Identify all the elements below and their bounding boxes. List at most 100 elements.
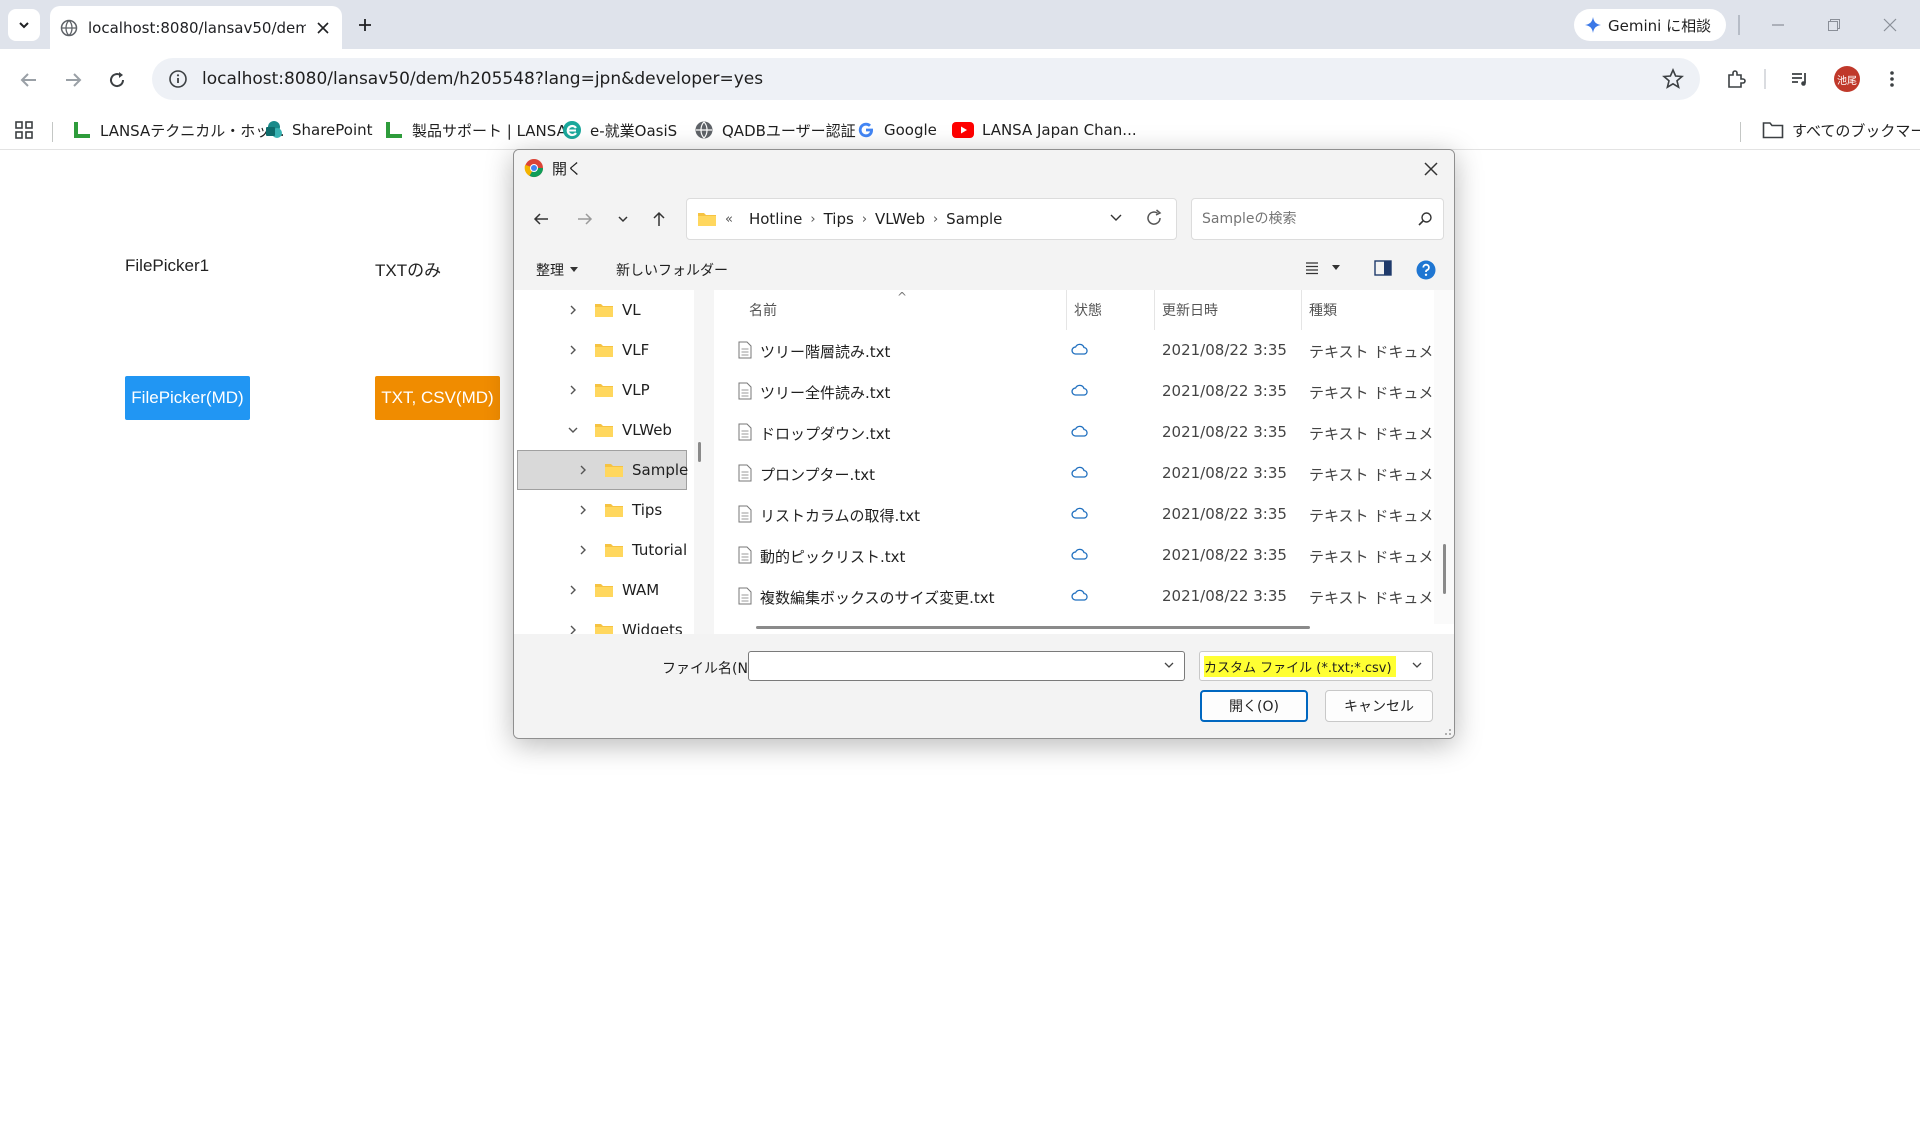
expand-toggle[interactable] xyxy=(564,584,582,596)
file-name[interactable]: ツリー階層読み.txt xyxy=(760,341,890,362)
horizontal-scroll-thumb[interactable] xyxy=(756,626,1310,629)
tab-search-button[interactable] xyxy=(8,9,40,41)
address-bar[interactable]: localhost:8080/lansav50/dem/h205548?lang… xyxy=(152,58,1700,100)
chrome-menu-button[interactable] xyxy=(1878,65,1906,93)
file-row[interactable]: 動的ピックリスト.txt 2021/08/22 3:35 テキスト ドキュメント xyxy=(714,535,1434,576)
organize-button[interactable]: 整理 xyxy=(536,260,578,280)
chevron-down-icon[interactable] xyxy=(1108,209,1124,225)
new-folder-button[interactable]: 新しいフォルダー xyxy=(616,260,728,280)
file-row[interactable]: ツリー階層読み.txt 2021/08/22 3:35 テキスト ドキュメント xyxy=(714,330,1434,371)
bookmark-item-youtube[interactable]: LANSA Japan Chan... xyxy=(952,110,1137,150)
bookmark-item-lansa-technical[interactable]: LANSAテクニカル・ホッ... xyxy=(72,110,285,150)
dialog-close-button[interactable] xyxy=(1420,158,1442,180)
column-divider[interactable] xyxy=(1154,290,1155,330)
file-row[interactable]: ドロップダウン.txt 2021/08/22 3:35 テキスト ドキュメント xyxy=(714,412,1434,453)
expand-toggle[interactable] xyxy=(564,424,582,436)
file-name[interactable]: プロンプター.txt xyxy=(760,464,875,485)
chevron-down-icon[interactable] xyxy=(1410,658,1424,672)
file-row[interactable]: リストカラムの取得.txt 2021/08/22 3:35 テキスト ドキュメント xyxy=(714,494,1434,535)
profile-avatar[interactable]: 池尾 xyxy=(1834,66,1860,92)
tree-item-vl[interactable]: VL xyxy=(564,290,641,330)
column-divider[interactable] xyxy=(1301,290,1302,330)
column-header-type[interactable]: 種類 xyxy=(1309,290,1337,330)
bookmark-item-google[interactable]: Google xyxy=(856,110,937,150)
close-icon[interactable] xyxy=(314,19,332,37)
apps-button[interactable] xyxy=(14,110,34,150)
cancel-button[interactable]: キャンセル xyxy=(1325,690,1433,722)
url-text[interactable]: localhost:8080/lansav50/dem/h205548?lang… xyxy=(202,69,1662,89)
breadcrumb-item-hotline[interactable]: Hotline xyxy=(749,210,802,228)
window-close-button[interactable] xyxy=(1876,12,1904,38)
media-control-button[interactable] xyxy=(1786,65,1814,93)
folder-search-input[interactable] xyxy=(1202,211,1417,227)
tree-item-vlweb[interactable]: VLWeb xyxy=(564,410,672,450)
recent-locations-button[interactable] xyxy=(610,206,636,232)
resize-grip-icon[interactable] xyxy=(1442,726,1452,736)
minimize-button[interactable] xyxy=(1764,12,1792,38)
chevron-right-icon[interactable]: › xyxy=(810,212,815,227)
breadcrumb-item-vlweb[interactable]: VLWeb xyxy=(875,210,925,228)
back-button[interactable] xyxy=(14,65,44,95)
chevron-right-icon[interactable]: › xyxy=(862,212,867,227)
new-tab-button[interactable] xyxy=(352,12,378,38)
dialog-back-button[interactable] xyxy=(528,206,554,232)
file-name[interactable]: 動的ピックリスト.txt xyxy=(760,546,905,567)
refresh-icon[interactable] xyxy=(1144,208,1164,228)
bookmark-item-qadb[interactable]: QADBユーザー認証 xyxy=(694,110,856,150)
expand-toggle[interactable] xyxy=(564,624,582,634)
bookmark-star-icon[interactable] xyxy=(1662,68,1684,90)
file-row[interactable]: プロンプター.txt 2021/08/22 3:35 テキスト ドキュメント xyxy=(714,453,1434,494)
tree-item-vlf[interactable]: VLF xyxy=(564,330,649,370)
expand-toggle[interactable] xyxy=(564,344,582,356)
column-header-name[interactable]: 名前 xyxy=(749,290,777,330)
up-folder-button[interactable] xyxy=(646,206,672,232)
bookmark-item-oasis[interactable]: e-就業OasiS xyxy=(562,110,677,150)
bookmark-item-product-support[interactable]: 製品サポート | LANSA xyxy=(384,110,567,150)
view-options-button[interactable] xyxy=(1304,260,1340,276)
preview-pane-button[interactable] xyxy=(1374,260,1392,276)
column-divider[interactable] xyxy=(1066,290,1067,330)
tree-item-widgets[interactable]: Widgets xyxy=(564,610,683,634)
file-type-filter-select[interactable]: カスタム ファイル (*.txt;*.csv) xyxy=(1199,651,1433,681)
restore-button[interactable] xyxy=(1820,12,1848,38)
tree-item-tips[interactable]: Tips xyxy=(574,490,662,530)
tree-item-tutorial[interactable]: Tutorial xyxy=(574,530,687,570)
chevron-right-icon[interactable]: › xyxy=(933,212,938,227)
file-row[interactable]: 複数編集ボックスのサイズ変更.txt 2021/08/22 3:35 テキスト ドキ… xyxy=(714,576,1434,617)
expand-toggle[interactable] xyxy=(574,464,592,476)
breadcrumb-item-tips[interactable]: Tips xyxy=(824,210,854,228)
active-tab[interactable]: localhost:8080/lansav50/dem/h xyxy=(50,6,342,49)
tree-scroll-thumb[interactable] xyxy=(698,442,701,462)
chevron-down-icon[interactable] xyxy=(1162,658,1176,672)
forward-button[interactable] xyxy=(58,65,88,95)
gemini-button[interactable]: Gemini に相談 xyxy=(1574,9,1726,41)
breadcrumb-item-sample[interactable]: Sample xyxy=(946,210,1002,228)
folder-tree[interactable]: VL VLF VLP VLWeb Sample Tips Tutorial WAM Widget… xyxy=(514,290,694,634)
expand-toggle[interactable] xyxy=(564,304,582,316)
dialog-forward-button[interactable] xyxy=(572,206,598,232)
column-header-modified[interactable]: 更新日時 xyxy=(1162,290,1218,330)
site-info-icon[interactable] xyxy=(168,69,188,89)
help-button[interactable] xyxy=(1416,260,1436,280)
txt-csv-md-button[interactable]: TXT, CSV(MD) xyxy=(375,376,500,420)
reload-button[interactable] xyxy=(102,65,132,95)
file-name[interactable]: ツリー全件読み.txt xyxy=(760,382,890,403)
vertical-scroll-thumb[interactable] xyxy=(1443,544,1446,594)
file-list-horizontal-scrollbar[interactable] xyxy=(734,624,1454,634)
expand-toggle[interactable] xyxy=(574,504,592,516)
tree-item-vlp[interactable]: VLP xyxy=(564,370,650,410)
breadcrumb-overflow[interactable]: « xyxy=(725,212,733,227)
filename-input[interactable] xyxy=(748,651,1185,681)
filepicker-md-button[interactable]: FilePicker(MD) xyxy=(125,376,250,420)
expand-toggle[interactable] xyxy=(564,384,582,396)
file-list[interactable]: 名前 ^ 状態 更新日時 種類 ツリー階層読み.txt 2021/08/22 3:… xyxy=(714,290,1454,634)
file-name[interactable]: ドロップダウン.txt xyxy=(760,423,890,444)
all-bookmarks-button[interactable]: すべてのブックマーク xyxy=(1762,110,1920,150)
file-name[interactable]: 複数編集ボックスのサイズ変更.txt xyxy=(760,587,995,608)
column-header-status[interactable]: 状態 xyxy=(1074,290,1102,330)
tree-scrollbar[interactable] xyxy=(694,290,714,634)
extensions-button[interactable] xyxy=(1722,65,1750,93)
tree-item-sample[interactable]: Sample xyxy=(574,450,688,490)
breadcrumb[interactable]: « Hotline › Tips › VLWeb › Sample xyxy=(686,198,1177,240)
open-button[interactable]: 開く(O) xyxy=(1200,690,1308,722)
